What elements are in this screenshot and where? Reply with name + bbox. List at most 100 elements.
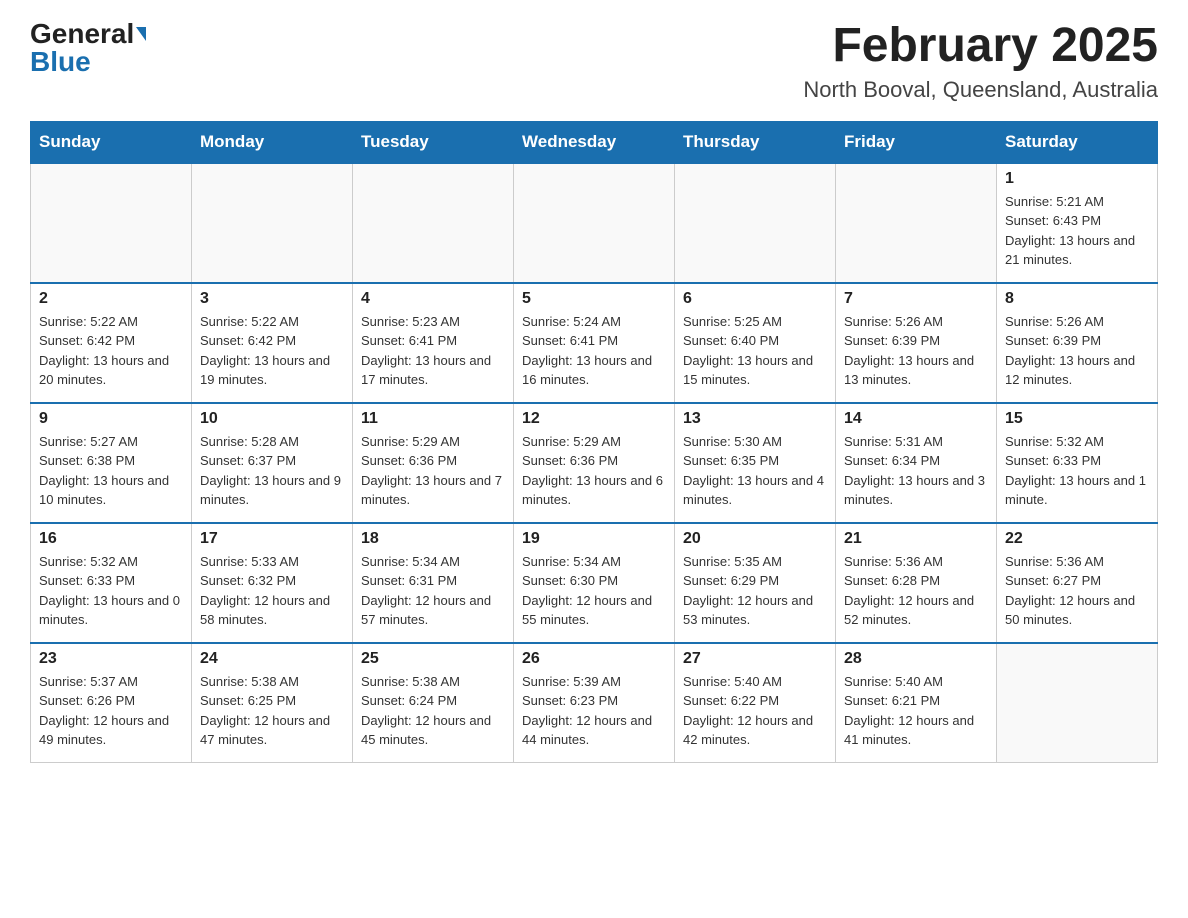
logo-general: General — [30, 20, 134, 48]
calendar-cell: 24Sunrise: 5:38 AMSunset: 6:25 PMDayligh… — [192, 643, 353, 763]
weekday-header-wednesday: Wednesday — [514, 121, 675, 163]
calendar-cell: 27 Sunrise: 5:40 AMSunset: 6:22 PMDayligh… — [675, 643, 836, 763]
calendar-cell: 13 Sunrise: 5:30 AMSunset: 6:35 PMDayligh… — [675, 403, 836, 523]
day-info: Sunrise: 5:28 AMSunset: 6:37 PMDaylight:… — [200, 432, 344, 510]
calendar-cell: 5 Sunrise: 5:24 AMSunset: 6:41 PMDaylight… — [514, 283, 675, 403]
calendar-cell — [997, 643, 1158, 763]
day-info: Sunrise: 5:34 AMSunset: 6:30 PMDaylight:… — [522, 552, 666, 630]
calendar-cell: 21 Sunrise: 5:36 AMSunset: 6:28 PMDayligh… — [836, 523, 997, 643]
day-number: 10 — [200, 410, 344, 428]
day-number: 21 — [844, 530, 988, 548]
day-info: Sunrise: 5:21 AMSunset: 6:43 PMDaylight:… — [1005, 192, 1149, 270]
day-info: Sunrise: 5:39 AMSunset: 6:23 PMDaylight:… — [522, 672, 666, 750]
day-number: 27 — [683, 650, 827, 668]
logo-blue: Blue — [30, 48, 91, 76]
day-number: 17 — [200, 530, 344, 548]
calendar-cell — [675, 163, 836, 283]
weekday-header-friday: Friday — [836, 121, 997, 163]
day-number: 5 — [522, 290, 666, 308]
day-number: 26 — [522, 650, 666, 668]
day-number: 15 — [1005, 410, 1149, 428]
calendar-cell: 16 Sunrise: 5:32 AMSunset: 6:33 PMDayligh… — [31, 523, 192, 643]
calendar-cell: 28 Sunrise: 5:40 AMSunset: 6:21 PMDayligh… — [836, 643, 997, 763]
day-number: 2 — [39, 290, 183, 308]
calendar-title: February 2025 — [803, 20, 1158, 73]
day-info: Sunrise: 5:33 AMSunset: 6:32 PMDaylight:… — [200, 552, 344, 630]
calendar-cell: 12 Sunrise: 5:29 AMSunset: 6:36 PMDayligh… — [514, 403, 675, 523]
weekday-header-thursday: Thursday — [675, 121, 836, 163]
day-number: 19 — [522, 530, 666, 548]
day-info: Sunrise: 5:29 AMSunset: 6:36 PMDaylight:… — [522, 432, 666, 510]
day-number: 7 — [844, 290, 988, 308]
calendar-cell: 26 Sunrise: 5:39 AMSunset: 6:23 PMDayligh… — [514, 643, 675, 763]
day-info: Sunrise: 5:29 AMSunset: 6:36 PMDaylight:… — [361, 432, 505, 510]
day-number: 22 — [1005, 530, 1149, 548]
day-info: Sunrise: 5:23 AMSunset: 6:41 PMDaylight:… — [361, 312, 505, 390]
calendar-cell: 23 Sunrise: 5:37 AMSunset: 6:26 PMDayligh… — [31, 643, 192, 763]
day-info: Sunrise: 5:27 AMSunset: 6:38 PMDaylight:… — [39, 432, 183, 510]
day-info: Sunrise: 5:40 AMSunset: 6:21 PMDaylight:… — [844, 672, 988, 750]
calendar-cell — [353, 163, 514, 283]
calendar-cell: 8 Sunrise: 5:26 AMSunset: 6:39 PMDaylight… — [997, 283, 1158, 403]
weekday-header-row: SundayMondayTuesdayWednesdayThursdayFrid… — [31, 121, 1158, 163]
day-info: Sunrise: 5:24 AMSunset: 6:41 PMDaylight:… — [522, 312, 666, 390]
weekday-header-tuesday: Tuesday — [353, 121, 514, 163]
day-info: Sunrise: 5:31 AMSunset: 6:34 PMDaylight:… — [844, 432, 988, 510]
day-info: Sunrise: 5:36 AMSunset: 6:28 PMDaylight:… — [844, 552, 988, 630]
day-info: Sunrise: 5:35 AMSunset: 6:29 PMDaylight:… — [683, 552, 827, 630]
day-number: 13 — [683, 410, 827, 428]
logo-triangle-icon — [136, 27, 146, 41]
calendar-cell: 2 Sunrise: 5:22 AMSunset: 6:42 PMDaylight… — [31, 283, 192, 403]
day-number: 24 — [200, 650, 344, 668]
day-number: 16 — [39, 530, 183, 548]
day-number: 23 — [39, 650, 183, 668]
day-number: 20 — [683, 530, 827, 548]
day-number: 6 — [683, 290, 827, 308]
calendar-week-row: 2 Sunrise: 5:22 AMSunset: 6:42 PMDaylight… — [31, 283, 1158, 403]
day-number: 11 — [361, 410, 505, 428]
calendar-cell — [192, 163, 353, 283]
day-info: Sunrise: 5:30 AMSunset: 6:35 PMDaylight:… — [683, 432, 827, 510]
day-number: 14 — [844, 410, 988, 428]
day-number: 3 — [200, 290, 344, 308]
day-number: 8 — [1005, 290, 1149, 308]
calendar-week-row: 1 Sunrise: 5:21 AMSunset: 6:43 PMDaylight… — [31, 163, 1158, 283]
calendar-cell — [836, 163, 997, 283]
day-number: 28 — [844, 650, 988, 668]
calendar-cell: 15 Sunrise: 5:32 AMSunset: 6:33 PMDayligh… — [997, 403, 1158, 523]
calendar-cell: 18 Sunrise: 5:34 AMSunset: 6:31 PMDayligh… — [353, 523, 514, 643]
calendar-cell: 20 Sunrise: 5:35 AMSunset: 6:29 PMDayligh… — [675, 523, 836, 643]
day-info: Sunrise: 5:36 AMSunset: 6:27 PMDaylight:… — [1005, 552, 1149, 630]
calendar-week-row: 9 Sunrise: 5:27 AMSunset: 6:38 PMDaylight… — [31, 403, 1158, 523]
calendar-cell — [31, 163, 192, 283]
day-number: 18 — [361, 530, 505, 548]
calendar-cell: 10 Sunrise: 5:28 AMSunset: 6:37 PMDayligh… — [192, 403, 353, 523]
day-info: Sunrise: 5:40 AMSunset: 6:22 PMDaylight:… — [683, 672, 827, 750]
weekday-header-saturday: Saturday — [997, 121, 1158, 163]
calendar-week-row: 23 Sunrise: 5:37 AMSunset: 6:26 PMDayligh… — [31, 643, 1158, 763]
day-number: 12 — [522, 410, 666, 428]
day-info: Sunrise: 5:32 AMSunset: 6:33 PMDaylight:… — [39, 552, 183, 630]
calendar-cell: 19 Sunrise: 5:34 AMSunset: 6:30 PMDayligh… — [514, 523, 675, 643]
calendar-cell — [514, 163, 675, 283]
day-info: Sunrise: 5:32 AMSunset: 6:33 PMDaylight:… — [1005, 432, 1149, 510]
calendar-cell: 22 Sunrise: 5:36 AMSunset: 6:27 PMDayligh… — [997, 523, 1158, 643]
day-number: 9 — [39, 410, 183, 428]
calendar-cell: 17 Sunrise: 5:33 AMSunset: 6:32 PMDayligh… — [192, 523, 353, 643]
day-info: Sunrise: 5:34 AMSunset: 6:31 PMDaylight:… — [361, 552, 505, 630]
day-info: Sunrise: 5:26 AMSunset: 6:39 PMDaylight:… — [844, 312, 988, 390]
day-number: 1 — [1005, 170, 1149, 188]
day-info: Sunrise: 5:37 AMSunset: 6:26 PMDaylight:… — [39, 672, 183, 750]
day-info: Sunrise: 5:38 AMSunset: 6:24 PMDaylight:… — [361, 672, 505, 750]
day-info: Sunrise: 5:25 AMSunset: 6:40 PMDaylight:… — [683, 312, 827, 390]
day-number: 4 — [361, 290, 505, 308]
calendar-week-row: 16 Sunrise: 5:32 AMSunset: 6:33 PMDayligh… — [31, 523, 1158, 643]
day-info: Sunrise: 5:22 AMSunset: 6:42 PMDaylight:… — [39, 312, 183, 390]
title-block: February 2025 North Booval, Queensland, … — [803, 20, 1158, 103]
day-info: Sunrise: 5:22 AMSunset: 6:42 PMDaylight:… — [200, 312, 344, 390]
calendar-cell: 3 Sunrise: 5:22 AMSunset: 6:42 PMDaylight… — [192, 283, 353, 403]
day-number: 25 — [361, 650, 505, 668]
calendar-cell: 9 Sunrise: 5:27 AMSunset: 6:38 PMDaylight… — [31, 403, 192, 523]
day-info: Sunrise: 5:26 AMSunset: 6:39 PMDaylight:… — [1005, 312, 1149, 390]
calendar-table: SundayMondayTuesdayWednesdayThursdayFrid… — [30, 121, 1158, 764]
